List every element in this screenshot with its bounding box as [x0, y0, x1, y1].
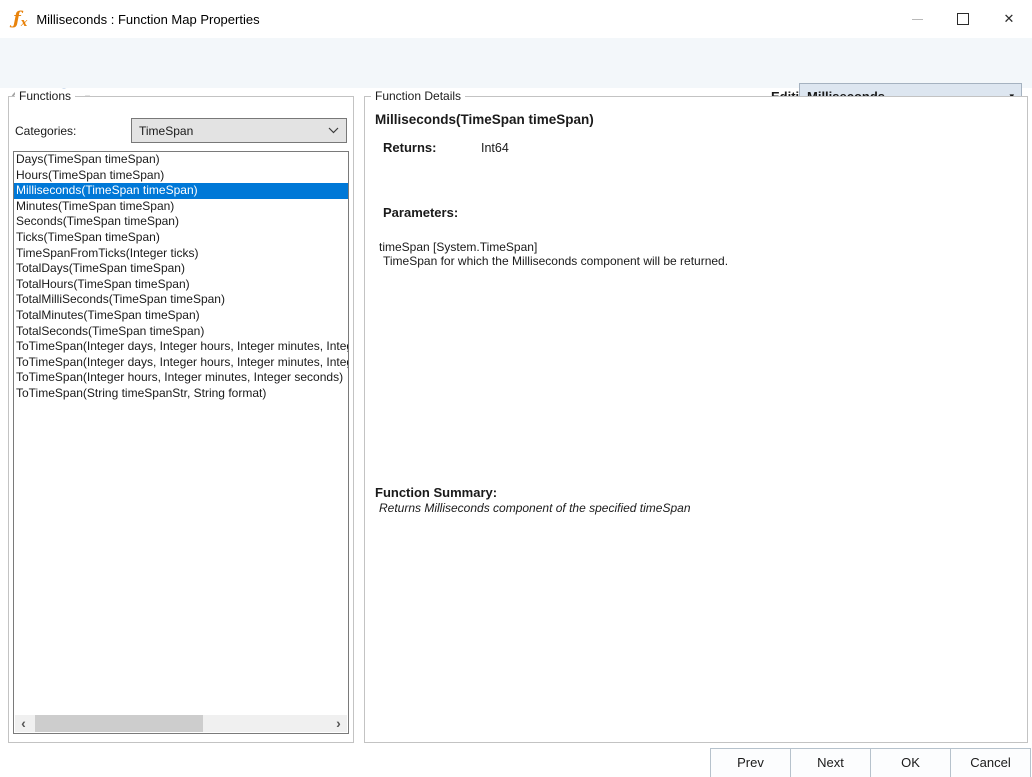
chevron-down-icon: [328, 127, 339, 134]
horizontal-scrollbar[interactable]: ‹ ›: [15, 715, 347, 732]
close-icon: ✕: [1004, 11, 1015, 27]
minimize-icon: [912, 19, 923, 20]
function-summary-text: Returns Milliseconds component of the sp…: [379, 501, 691, 515]
returns-label: Returns:: [383, 140, 436, 155]
maximize-button[interactable]: [940, 0, 986, 38]
function-details-groupbox: Function Details Milliseconds(TimeSpan t…: [364, 96, 1028, 743]
function-summary-label: Function Summary:: [375, 485, 497, 500]
function-list-item[interactable]: Seconds(TimeSpan timeSpan): [14, 214, 348, 230]
categories-label: Categories:: [15, 124, 76, 138]
function-list-item[interactable]: TotalMilliSeconds(TimeSpan timeSpan): [14, 292, 348, 308]
functions-groupbox: Functions Categories: TimeSpan Days(Time…: [8, 96, 354, 743]
function-details-legend: Function Details: [371, 89, 465, 103]
function-list-item[interactable]: TotalHours(TimeSpan timeSpan): [14, 277, 348, 293]
scrollbar-thumb[interactable]: [35, 715, 203, 732]
function-list-item[interactable]: ToTimeSpan(String timeSpanStr, String fo…: [14, 386, 348, 402]
parameter-description: TimeSpan for which the Milliseconds comp…: [383, 254, 728, 268]
parameter-name: timeSpan [System.TimeSpan]: [379, 240, 537, 254]
function-list-item[interactable]: Minutes(TimeSpan timeSpan): [14, 199, 348, 215]
function-list-item[interactable]: Hours(TimeSpan timeSpan): [14, 168, 348, 184]
function-list-item[interactable]: Milliseconds(TimeSpan timeSpan): [14, 183, 348, 199]
close-button[interactable]: ✕: [986, 0, 1032, 38]
maximize-icon: [957, 13, 969, 25]
function-signature: Milliseconds(TimeSpan timeSpan): [375, 112, 594, 127]
prev-button[interactable]: Prev: [710, 748, 791, 777]
ok-button[interactable]: OK: [870, 748, 951, 777]
scroll-left-icon[interactable]: ‹: [15, 716, 32, 731]
categories-combobox[interactable]: TimeSpan: [131, 118, 347, 143]
function-list: Days(TimeSpan timeSpan) Hours(TimeSpan t…: [13, 151, 349, 734]
function-map-properties-window: ƒx Milliseconds : Function Map Propertie…: [0, 0, 1032, 777]
toolbar: ▾ Editing: Milliseconds ▾: [0, 38, 1032, 88]
window-controls: ✕: [894, 0, 1032, 38]
function-list-item[interactable]: ToTimeSpan(Integer days, Integer hours, …: [14, 339, 348, 355]
scroll-right-icon[interactable]: ›: [330, 716, 347, 731]
function-list-item[interactable]: Ticks(TimeSpan timeSpan): [14, 230, 348, 246]
window-title: Milliseconds : Function Map Properties: [36, 12, 259, 27]
function-list-item[interactable]: TotalMinutes(TimeSpan timeSpan): [14, 308, 348, 324]
parameters-label: Parameters:: [383, 205, 458, 220]
minimize-button[interactable]: [894, 0, 940, 38]
fx-app-icon: ƒx: [13, 10, 27, 28]
function-list-item[interactable]: TotalDays(TimeSpan timeSpan): [14, 261, 348, 277]
function-list-item[interactable]: Days(TimeSpan timeSpan): [14, 152, 348, 168]
title-bar: ƒx Milliseconds : Function Map Propertie…: [0, 0, 1032, 38]
returns-value: Int64: [481, 141, 509, 155]
functions-legend: Functions: [15, 89, 75, 103]
function-list-item[interactable]: TotalSeconds(TimeSpan timeSpan): [14, 324, 348, 340]
function-list-item[interactable]: ToTimeSpan(Integer days, Integer hours, …: [14, 355, 348, 371]
categories-combobox-value: TimeSpan: [139, 124, 193, 138]
function-list-item[interactable]: TimeSpanFromTicks(Integer ticks): [14, 246, 348, 262]
function-list-item[interactable]: ToTimeSpan(Integer hours, Integer minute…: [14, 370, 348, 386]
cancel-button[interactable]: Cancel: [950, 748, 1031, 777]
next-button[interactable]: Next: [790, 748, 871, 777]
